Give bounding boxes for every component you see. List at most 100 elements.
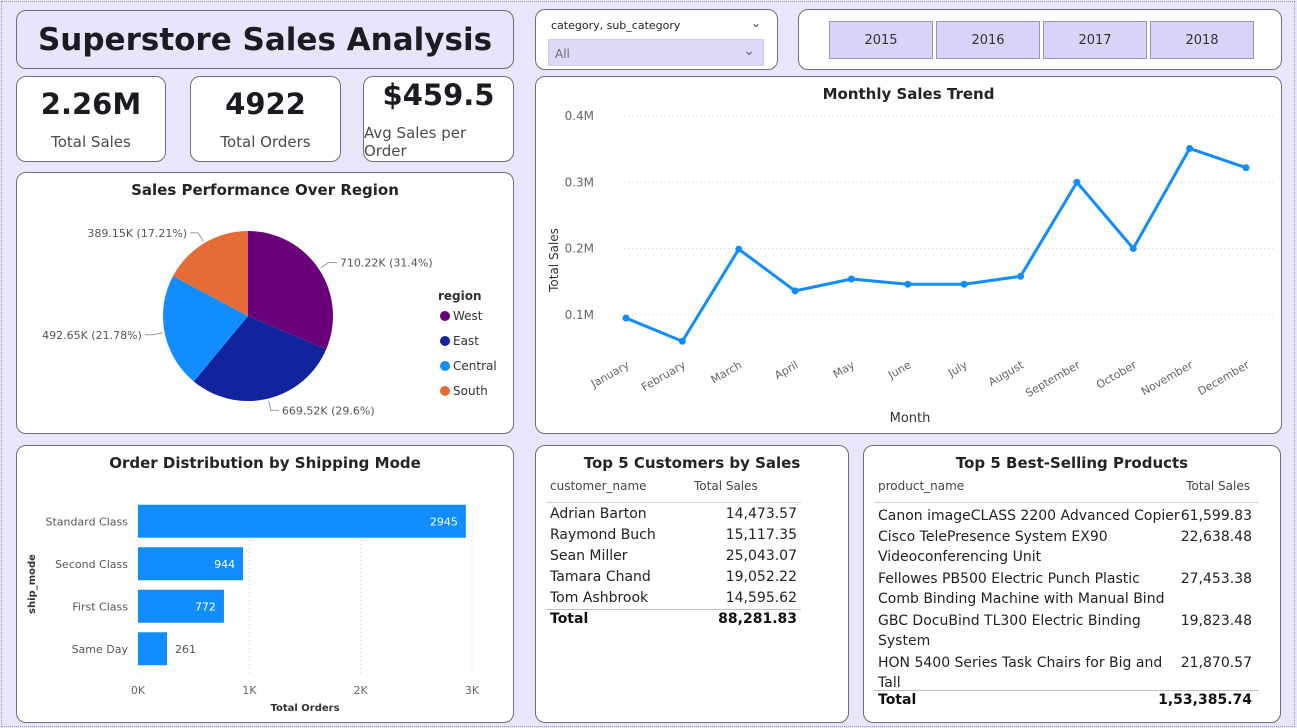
bar: [138, 504, 466, 538]
data-point: [678, 337, 686, 345]
year-slicer: 2015 2016 2017 2018: [798, 9, 1282, 70]
product-name-line: Cisco TelePresence System EX90: [878, 529, 1108, 546]
x-tick-label: August: [986, 358, 1026, 389]
y-axis-title: ship_mode: [27, 554, 38, 614]
x-tick-label: 1K: [242, 684, 257, 697]
customer-sales-cell: 14,473.57: [725, 506, 797, 522]
x-tick-label: June: [885, 358, 913, 382]
x-tick-label: May: [831, 358, 858, 381]
dropdown-value: All: [555, 47, 570, 61]
column-header[interactable]: product_name: [878, 479, 964, 493]
legend-label: Central: [453, 359, 497, 373]
bar-data-label: 772: [195, 600, 216, 613]
customer-sales-cell: 19,052.22: [725, 569, 797, 585]
product-sales-cell: 61,599.83: [1180, 508, 1252, 524]
data-point: [735, 245, 743, 253]
pie-data-label: 710.22K (31.4%): [340, 257, 433, 270]
data-point: [847, 275, 855, 283]
bar-data-label: 261: [175, 643, 196, 656]
total-value: 88,281.83: [718, 611, 797, 627]
legend-label: West: [453, 309, 483, 323]
data-point: [1073, 178, 1081, 186]
chart-title: Monthly Sales Trend: [822, 85, 995, 103]
product-name-line: System: [878, 633, 931, 650]
x-axis-title: Total Orders: [270, 703, 339, 714]
product-sales-cell: 19,823.48: [1180, 613, 1252, 630]
column-header[interactable]: Total Sales: [1186, 479, 1250, 493]
pie-data-label: 492.65K (21.78%): [42, 329, 142, 342]
product-name-line: GBC DocuBind TL300 Electric Binding: [878, 613, 1141, 630]
data-point: [960, 280, 968, 288]
customer-name-cell: Sean Miller: [550, 548, 628, 564]
kpi-total-orders: 4922 Total Orders: [190, 76, 341, 162]
total-divider: [546, 609, 801, 610]
customer-name-cell: Raymond Buch: [550, 527, 656, 543]
kpi-value: 2.26M: [40, 86, 142, 121]
y-tick-label: Standard Class: [46, 515, 129, 528]
total-divider: [874, 690, 1259, 691]
total-label: Total: [550, 611, 589, 627]
customers-table-panel: Top 5 Customers by Sales customer_name T…: [535, 445, 849, 723]
x-tick-label: February: [639, 358, 688, 394]
x-tick-label: September: [1023, 358, 1083, 400]
title-card: Superstore Sales Analysis: [16, 10, 514, 69]
year-button-2018[interactable]: 2018: [1150, 21, 1254, 59]
y-tick-label: 0.3M: [565, 175, 594, 189]
product-name-cell: HON 5400 Series Task Chairs for Big and T…: [878, 653, 1162, 693]
product-name-cell: Fellowes PB500 Electric Punch Plastic Com…: [878, 569, 1164, 609]
pie-leader-line: [320, 262, 337, 269]
pie-data-label: 389.15K (17.21%): [87, 227, 187, 240]
legend-marker-west: [440, 311, 450, 321]
year-button-2015[interactable]: 2015: [829, 21, 933, 59]
x-tick-label: December: [1196, 358, 1252, 398]
kpi-total-sales: 2.26M Total Sales: [16, 76, 166, 162]
y-tick-label: Second Class: [55, 558, 128, 571]
chevron-down-icon: ⌄: [743, 43, 755, 59]
year-button-2016[interactable]: 2016: [936, 21, 1040, 59]
kpi-label: Total Orders: [220, 132, 311, 151]
data-point: [1017, 272, 1025, 280]
shipping-bar-panel: Order Distribution by Shipping Mode 0K 1K…: [16, 445, 514, 723]
kpi-label: Total Sales: [51, 132, 131, 151]
kpi-avg-sales: $459.5 Avg Sales per Order: [363, 76, 514, 162]
bar-data-label: 944: [214, 558, 235, 571]
product-name-line: Comb Binding Machine with Manual Bind: [878, 591, 1165, 608]
legend-marker-central: [440, 361, 450, 371]
slicer-header: category, sub_category: [551, 19, 681, 32]
monthly-trend-panel: Monthly Sales Trend 0.1M 0.2M 0.3M 0.4M Janu…: [535, 76, 1282, 434]
column-header[interactable]: customer_name: [550, 479, 647, 493]
header-divider: [546, 502, 801, 503]
data-point: [1129, 245, 1137, 252]
chevron-down-icon[interactable]: ⌄: [751, 16, 761, 30]
column-header[interactable]: Total Sales: [694, 479, 758, 493]
product-sales-cell: 21,870.57: [1180, 655, 1252, 672]
region-pie-panel: Sales Performance Over Region 710.22K (3…: [16, 172, 514, 434]
header-divider: [874, 502, 1259, 503]
page-title: Superstore Sales Analysis: [37, 21, 493, 58]
data-point: [1186, 144, 1194, 152]
customer-sales-cell: 25,043.07: [725, 548, 797, 564]
legend-title: region: [438, 289, 482, 303]
data-point: [622, 314, 630, 322]
product-name-cell: Canon imageCLASS 2200 Advanced Copier: [878, 506, 1180, 526]
table-title: Top 5 Customers by Sales: [583, 454, 801, 472]
product-sales-cell: 27,453.38: [1180, 571, 1252, 588]
pie-leader-line: [144, 332, 163, 336]
year-button-2017[interactable]: 2017: [1043, 21, 1147, 59]
x-tick-label: October: [1094, 358, 1139, 392]
series-line: [625, 146, 1247, 343]
customer-name-cell: Tom Ashbrook: [550, 590, 649, 606]
category-dropdown[interactable]: All ⌄: [548, 39, 764, 66]
chart-title: Order Distribution by Shipping Mode: [109, 454, 421, 472]
data-point: [791, 287, 799, 295]
kpi-value: 4922: [225, 86, 306, 121]
legend-marker-south: [440, 386, 450, 396]
product-name-cell: GBC DocuBind TL300 Electric Binding Syste…: [878, 611, 1141, 651]
y-tick-label: 0.2M: [565, 242, 594, 256]
product-name-cell: Cisco TelePresence System EX90 Videoconfe…: [878, 527, 1108, 567]
y-tick-label: First Class: [72, 600, 128, 613]
customer-name-cell: Adrian Barton: [550, 506, 647, 522]
table-title: Top 5 Best-Selling Products: [955, 454, 1189, 472]
monthly-line-chart: 0.1M 0.2M 0.3M 0.4M January February March Apri…: [547, 109, 1276, 426]
y-axis-title: Total Sales: [547, 228, 561, 293]
